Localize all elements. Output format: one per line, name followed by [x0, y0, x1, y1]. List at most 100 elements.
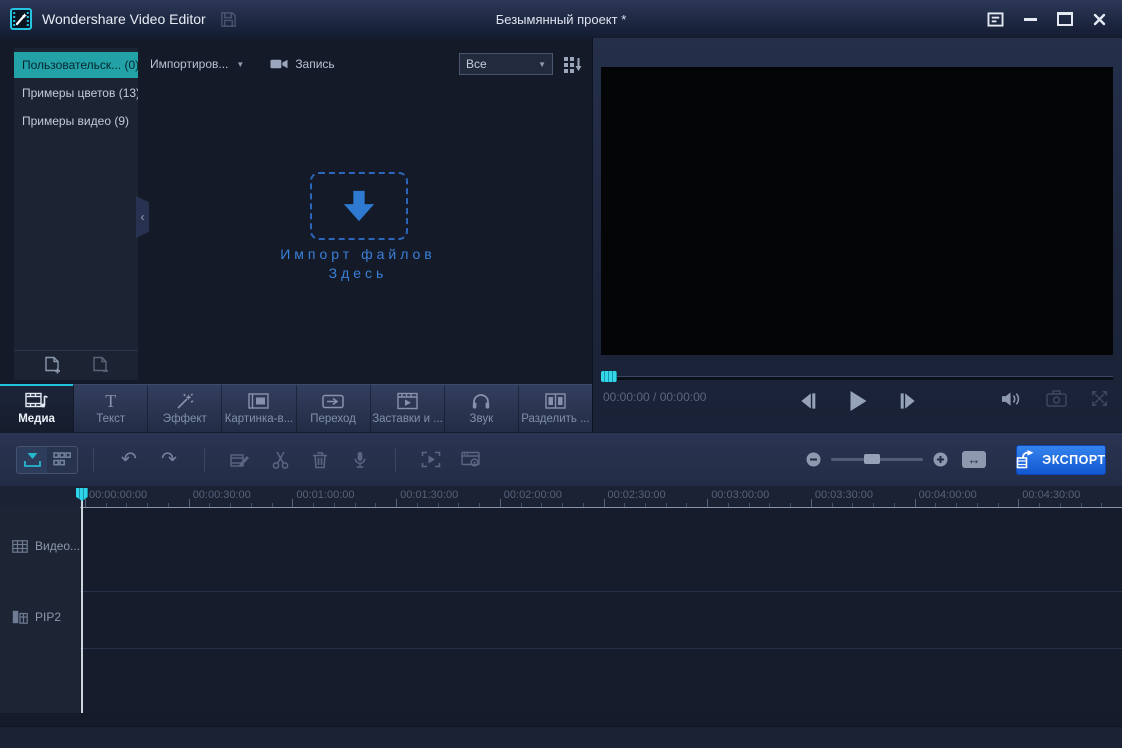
ruler-label: 00:04:00:00: [918, 489, 977, 501]
zoom-fit-button[interactable]: ↔: [962, 451, 986, 468]
sidebar-item[interactable]: Примеры цветов (13): [14, 80, 138, 106]
edit-clip-button[interactable]: [226, 447, 254, 473]
ruler-label: 00:03:00:00: [711, 489, 770, 501]
close-button[interactable]: [1093, 13, 1106, 26]
snapshot-camera-icon[interactable]: [1046, 390, 1067, 407]
ruler-tick: [188, 499, 190, 507]
sort-view-icon[interactable]: [563, 56, 582, 73]
titlebar: Wondershare Video Editor Безымянный прое…: [0, 0, 1122, 39]
seek-handle[interactable]: [601, 371, 617, 382]
redo-icon: ↷: [161, 448, 177, 470]
export-button[interactable]: ЭКСПОРТ: [1016, 444, 1106, 475]
add-album-icon[interactable]: [44, 356, 61, 375]
filter-select-value: Все: [466, 57, 487, 71]
ruler-label: 00:04:30:00: [1022, 489, 1081, 501]
app-title: Wondershare Video Editor: [42, 11, 206, 27]
zoom-controls: ↔ ЭКСПОРТ: [806, 444, 1106, 475]
tab-intro-credit[interactable]: Заставки и ...: [371, 385, 445, 432]
import-arrow-icon: [340, 189, 378, 223]
tab-label: Картинка-в...: [224, 413, 294, 425]
video-track-icon: [12, 539, 28, 553]
sidebar-item[interactable]: Пользовательск... (0): [14, 52, 138, 78]
media-sidebar: Пользовательск... (0) Примеры цветов (13)…: [14, 48, 138, 380]
playhead-line[interactable]: [81, 488, 83, 713]
tab-label: Эффект: [162, 413, 207, 425]
view-toggle-group: [16, 445, 78, 474]
tab-text[interactable]: T Текст: [74, 385, 149, 432]
track-header-video[interactable]: Видео...: [12, 539, 80, 553]
toolbar-separator: [204, 447, 205, 472]
filter-select[interactable]: Все ▼: [459, 53, 553, 75]
export-label: ЭКСПОРТ: [1042, 452, 1106, 467]
scene-detect-button[interactable]: [417, 447, 445, 473]
collapse-chevron-icon: ‹: [140, 210, 145, 224]
storyboard-view-button[interactable]: [47, 447, 77, 473]
previous-frame-button[interactable]: [798, 392, 817, 410]
zoom-out-icon[interactable]: [806, 452, 821, 467]
preview-panel: 00:00:00 / 00:00:00: [592, 38, 1122, 432]
timeline-tracks-area[interactable]: [80, 507, 1122, 713]
transport-controls: [798, 390, 917, 412]
fullscreen-icon[interactable]: [1091, 390, 1108, 407]
tab-label: Переход: [310, 412, 356, 425]
voiceover-mic-button[interactable]: [346, 447, 374, 473]
ruler-tick: [396, 499, 398, 507]
media-toolbar: Импортиров... ▼ Запись Все ▼: [150, 52, 582, 76]
zoom-slider-handle[interactable]: [864, 454, 881, 464]
import-dropdown[interactable]: Импортиров... ▼: [150, 57, 244, 71]
timeline-track-pip2[interactable]: [80, 592, 1122, 648]
ruler-label: 00:01:30:00: [400, 489, 459, 501]
play-button[interactable]: [847, 390, 868, 412]
app-logo-icon: [10, 8, 32, 30]
ruler-label: 00:00:00:00: [89, 489, 148, 501]
ruler-label: 00:02:00:00: [503, 489, 562, 501]
tab-transition[interactable]: Переход: [297, 385, 371, 432]
timeline-track-audio[interactable]: [80, 649, 1122, 714]
timeline-hscrollbar[interactable]: [0, 726, 1122, 748]
tab-split-screen[interactable]: Разделить ...: [519, 385, 592, 432]
transition-arrow-icon: [322, 393, 344, 410]
minimize-button[interactable]: [1024, 17, 1037, 21]
timeline-track-video[interactable]: [80, 508, 1122, 591]
tab-label: Медиа: [18, 413, 55, 425]
feedback-icon[interactable]: [987, 11, 1004, 27]
sidebar-item[interactable]: Примеры видео (9): [14, 108, 138, 134]
headphones-icon: [471, 392, 491, 410]
text-t-icon: T: [105, 390, 117, 411]
timeline-zoom-slider[interactable]: [831, 454, 923, 464]
zoom-in-icon[interactable]: [933, 452, 948, 467]
ruler-tick: [810, 499, 812, 507]
ruler-tick: [707, 499, 709, 507]
media-film-note-icon: [25, 392, 48, 410]
undo-button[interactable]: ↶: [115, 447, 143, 473]
track-header-column: Видео... PIP2: [0, 507, 81, 713]
track-header-pip2[interactable]: PIP2: [12, 610, 61, 624]
redo-button[interactable]: ↷: [155, 447, 183, 473]
timeline-view-button[interactable]: [17, 446, 47, 473]
next-frame-button[interactable]: [898, 392, 917, 410]
sidebar-collapse-handle[interactable]: ‹: [136, 196, 149, 238]
tab-media[interactable]: Медиа: [0, 384, 75, 432]
delete-trash-button[interactable]: [306, 447, 334, 473]
toolbar-separator: [395, 447, 396, 472]
maximize-button[interactable]: [1057, 12, 1073, 26]
timeline-ruler[interactable]: 00:00:00:00 00:00:30:00 00:01:00:00 00:01:3…: [0, 486, 1122, 508]
tab-sound[interactable]: Звук: [445, 385, 519, 432]
browser-settings-button[interactable]: [457, 447, 485, 473]
remove-album-icon[interactable]: [92, 356, 109, 375]
volume-icon[interactable]: [1001, 391, 1022, 407]
import-drop-zone[interactable]: [310, 172, 408, 240]
save-project-icon[interactable]: [220, 11, 237, 28]
seek-bar[interactable]: [601, 376, 1113, 380]
export-film-arrow-icon: [1016, 450, 1035, 469]
tab-effect[interactable]: Эффект: [148, 385, 223, 432]
tab-picture-in-picture[interactable]: Картинка-в...: [222, 385, 297, 432]
record-button[interactable]: Запись: [270, 57, 335, 71]
ruler-tick: [914, 499, 916, 507]
import-hint-line2: Здесь: [328, 265, 388, 281]
app-window: Wondershare Video Editor Безымянный прое…: [0, 0, 1122, 748]
track-label: Видео...: [35, 539, 81, 553]
sidebar-footer: [14, 350, 138, 380]
import-hint-text: Импорт файлов Здесь: [208, 245, 508, 283]
cut-scissors-button[interactable]: [266, 447, 294, 473]
